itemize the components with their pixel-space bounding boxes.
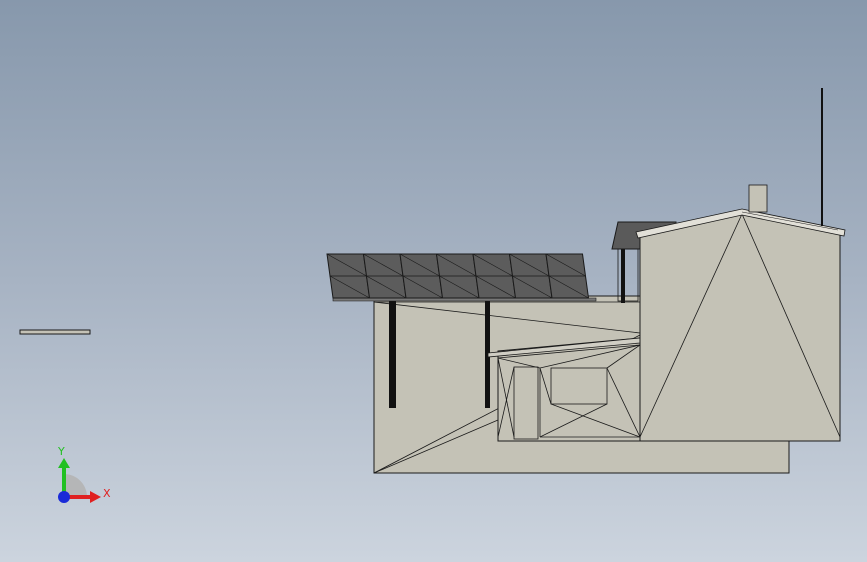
x-axis-arrowhead-icon [90,491,101,503]
z-axis-icon [58,491,70,503]
detached-plate [19,329,91,335]
solar-panel-array [326,253,597,302]
cad-viewport[interactable]: Y X [0,0,867,562]
tower-block [635,208,846,442]
y-axis-label: Y [57,445,65,458]
coordinate-triad: Y X [57,445,111,503]
x-axis-label: X [103,487,111,500]
y-axis-arrowhead-icon [58,458,70,468]
model-canvas: Y X [19,88,846,503]
porch-structure [487,337,641,442]
chimney [748,184,768,213]
